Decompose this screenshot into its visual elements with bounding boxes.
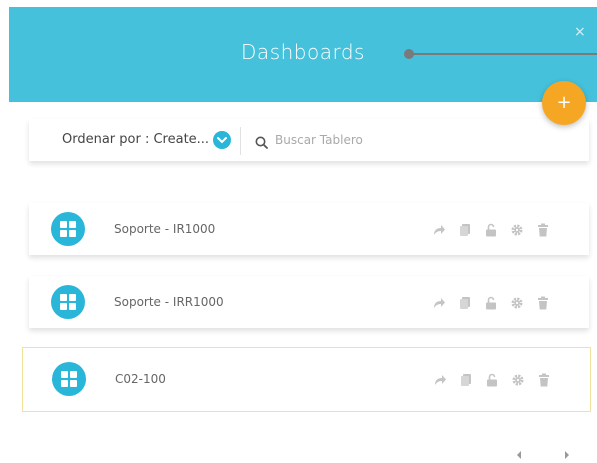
lock-icon[interactable] [484, 222, 498, 237]
share-icon[interactable] [433, 372, 447, 386]
dashboard-grid-icon [51, 285, 85, 319]
dashboard-row[interactable]: Soporte - IR1000 [29, 203, 589, 255]
delete-icon[interactable] [536, 295, 550, 310]
toolbar-divider [240, 127, 241, 155]
chevron-down-icon[interactable] [213, 131, 231, 149]
dashboard-name[interactable]: Soporte - IR1000 [114, 203, 215, 255]
sort-dropdown[interactable]: Ordenar por : Create... [62, 119, 209, 161]
settings-icon[interactable] [510, 222, 524, 236]
connector-line [411, 53, 597, 55]
dashboard-name[interactable]: Soporte - IRR1000 [114, 276, 224, 328]
dashboard-grid-icon [51, 212, 85, 246]
lock-icon[interactable] [485, 372, 499, 387]
delete-icon[interactable] [537, 372, 551, 387]
copy-icon[interactable] [459, 372, 473, 386]
dashboard-row[interactable]: Soporte - IRR1000 [29, 276, 589, 328]
search-icon [255, 134, 268, 153]
settings-icon[interactable] [510, 295, 524, 309]
add-dashboard-button[interactable]: + [542, 81, 586, 125]
toolbar: Ordenar por : Create... [29, 119, 589, 161]
copy-icon[interactable] [458, 222, 472, 236]
close-button[interactable]: × [574, 25, 586, 39]
dashboard-name[interactable]: C02-100 [115, 348, 166, 411]
page-title: Dashboards [241, 40, 365, 64]
dashboard-row-selected[interactable]: C02-100 [22, 347, 591, 412]
settings-icon[interactable] [511, 372, 525, 386]
search-input[interactable] [275, 129, 565, 151]
delete-icon[interactable] [536, 222, 550, 237]
share-icon[interactable] [432, 295, 446, 309]
share-icon[interactable] [432, 222, 446, 236]
dashboard-grid-icon [52, 362, 86, 396]
copy-icon[interactable] [458, 295, 472, 309]
lock-icon[interactable] [484, 295, 498, 310]
